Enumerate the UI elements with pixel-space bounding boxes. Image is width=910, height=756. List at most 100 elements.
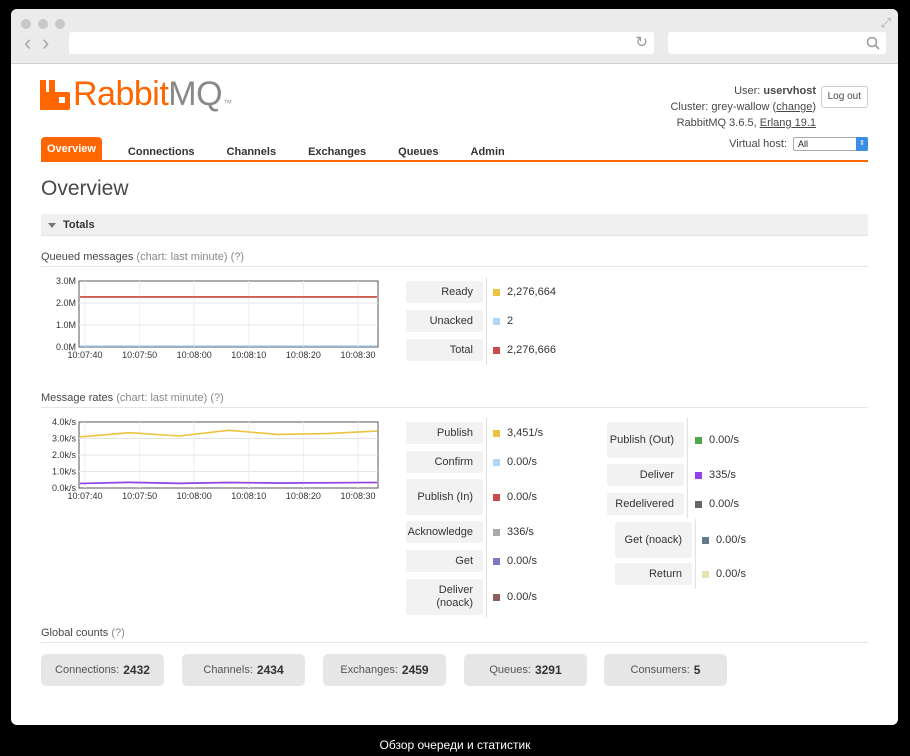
fullscreen-icon[interactable]: ⤢ — [881, 15, 891, 31]
logout-button[interactable]: Log out — [820, 86, 868, 108]
help-link[interactable]: (?) — [210, 392, 223, 404]
tab-queues[interactable]: Queues — [382, 141, 454, 161]
stat-value: 2,276,666 — [493, 339, 556, 361]
queued-messages-chart: 3.0M2.0M1.0M0.0M10:07:40 10:07:50 10:08:00… — [56, 276, 379, 360]
plot-area — [78, 280, 379, 348]
y-tick-label: 3.0M — [56, 276, 76, 286]
chart-range-link[interactable]: (chart: last minute) — [136, 251, 227, 263]
x-tick-label: 10:07:40 — [67, 350, 102, 360]
stat-value: 0.00/s — [493, 451, 537, 473]
x-tick-label: 10:07:50 — [122, 350, 157, 360]
select-arrows-icon: ⇕ — [856, 137, 868, 151]
cluster-status: User: uservhost Cluster: grey-wallow (ch… — [670, 85, 816, 129]
stat-label: Return — [615, 563, 692, 585]
x-tick-label: 10:08:00 — [177, 350, 212, 360]
column-divider — [486, 418, 487, 618]
logo-rabbit-text: Rabbit — [73, 75, 169, 113]
y-tick-label: 4.0k/s — [52, 417, 77, 427]
x-tick-label: 10:08:20 — [286, 350, 321, 360]
window-zoom-dot[interactable] — [55, 19, 65, 29]
legend-swatch[interactable] — [493, 493, 500, 501]
legend-swatch[interactable] — [493, 317, 500, 325]
erlang-link[interactable]: Erlang 19.1 — [760, 117, 816, 129]
x-tick-label: 10:08:20 — [286, 491, 321, 501]
legend-swatch[interactable] — [493, 346, 500, 354]
stat-label: Acknowledge — [406, 521, 483, 543]
legend-swatch[interactable] — [702, 536, 709, 544]
stat-label: Get (noack) — [615, 522, 692, 558]
x-tick-label: 10:08:10 — [231, 491, 266, 501]
stat-label: Redelivered — [607, 493, 684, 515]
vhost-select[interactable]: All ⇕ — [793, 137, 868, 151]
stat-value: 2,276,664 — [493, 281, 556, 303]
legend-swatch[interactable] — [695, 436, 702, 444]
version-text: RabbitMQ 3.6.5, — [676, 117, 757, 129]
stat-value: 336/s — [493, 521, 534, 543]
stat-value: 0.00/s — [493, 479, 537, 515]
virtual-host-picker: Virtual host: All ⇕ — [729, 137, 868, 151]
collapse-triangle-icon — [48, 223, 56, 228]
legend-swatch[interactable] — [702, 570, 709, 578]
tab-overview[interactable]: Overview — [41, 137, 102, 161]
help-link[interactable]: (?) — [111, 627, 124, 639]
tab-connections[interactable]: Connections — [112, 141, 211, 161]
address-bar[interactable]: ↻ — [69, 32, 654, 54]
legend-swatch[interactable] — [493, 429, 500, 437]
legend-swatch[interactable] — [493, 458, 500, 466]
column-divider — [687, 418, 688, 518]
legend-swatch[interactable] — [695, 500, 702, 508]
stat-label: Unacked — [406, 310, 483, 332]
back-arrow-icon[interactable]: ‹ — [24, 32, 31, 54]
tab-exchanges[interactable]: Exchanges — [292, 141, 382, 161]
global-count-consumers[interactable]: Consumers: 5 — [604, 654, 727, 686]
change-cluster-link[interactable]: change — [776, 101, 812, 113]
legend-swatch[interactable] — [493, 528, 500, 536]
legend-swatch[interactable] — [493, 288, 500, 296]
logo-mq-text: MQ — [168, 75, 223, 113]
window-minimize-dot[interactable] — [38, 19, 48, 29]
window-close-dot[interactable] — [21, 19, 31, 29]
stat-value: 0.00/s — [493, 579, 537, 615]
stat-label: Publish — [406, 422, 483, 444]
stat-value: 0.00/s — [702, 563, 746, 585]
global-count-connections[interactable]: Connections: 2432 — [41, 654, 164, 686]
global-count-exchanges[interactable]: Exchanges: 2459 — [323, 654, 446, 686]
page-title: Overview — [41, 177, 129, 200]
global-count-channels[interactable]: Channels: 2434 — [182, 654, 305, 686]
queued-messages-heading: Queued messages (chart: last minute) (?) — [41, 251, 868, 267]
stat-value: 0.00/s — [695, 422, 739, 458]
browser-toolbar: ‹ › ↻ ⤢ — [11, 9, 898, 64]
legend-swatch[interactable] — [695, 471, 702, 479]
column-divider — [695, 519, 696, 589]
legend-swatch[interactable] — [493, 557, 500, 565]
help-link[interactable]: (?) — [231, 251, 244, 263]
x-tick-label: 10:07:50 — [122, 491, 157, 501]
logo-trademark: ™ — [223, 98, 233, 108]
stat-label: Total — [406, 339, 483, 361]
totals-section-toggle[interactable]: Totals — [41, 214, 868, 236]
tab-channels[interactable]: Channels — [211, 141, 293, 161]
legend-swatch[interactable] — [493, 593, 500, 601]
image-caption: Обзор очереди и статистик — [379, 738, 531, 752]
stat-value: 3,451/s — [493, 422, 543, 444]
browser-window: ‹ › ↻ ⤢ RabbitMQ ™ User: uservhost Clust… — [11, 9, 898, 725]
forward-arrow-icon[interactable]: › — [42, 32, 49, 54]
stat-label: Publish (Out) — [607, 422, 684, 458]
stat-label: Deliver — [607, 464, 684, 486]
message-rates-chart: 4.0k/s3.0k/s2.0k/s1.0k/s0.0k/s10:07:40 10… — [52, 417, 379, 501]
tab-underline — [41, 160, 868, 162]
reload-icon[interactable]: ↻ — [635, 33, 648, 51]
global-count-queues[interactable]: Queues: 3291 — [464, 654, 587, 686]
tab-admin[interactable]: Admin — [455, 141, 521, 161]
chart-range-link[interactable]: (chart: last minute) — [116, 392, 207, 404]
browser-search-bar[interactable] — [668, 32, 886, 54]
vhost-label: Virtual host: — [729, 138, 787, 150]
stat-label: Publish (In) — [406, 479, 483, 515]
rabbitmq-logo: RabbitMQ ™ — [40, 75, 233, 113]
stat-value: 0.00/s — [695, 493, 739, 515]
stat-value: 2 — [493, 310, 513, 332]
x-tick-label: 10:08:10 — [231, 350, 266, 360]
column-divider — [486, 277, 487, 365]
message-rates-heading: Message rates (chart: last minute) (?) — [41, 392, 868, 408]
main-nav-tabs: Overview Connections Channels Exchanges … — [41, 137, 521, 161]
